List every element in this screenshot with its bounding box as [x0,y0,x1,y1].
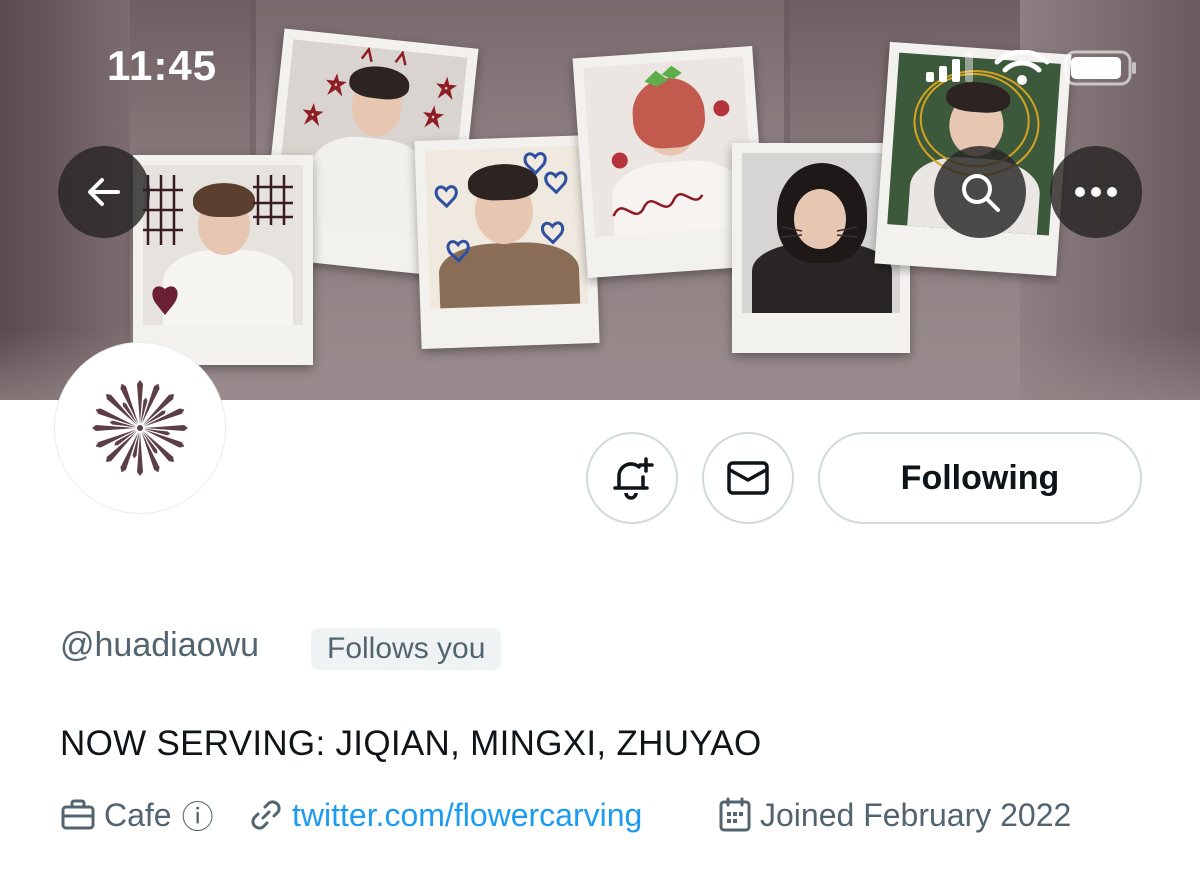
signal-icon [926,49,1136,86]
search-button[interactable] [934,146,1026,238]
category-label: Cafe [104,796,172,833]
joined-date: Joined February 2022 [760,796,1072,833]
more-button[interactable] [1050,146,1142,238]
status-time: 11:45 [107,42,218,89]
briefcase-icon [61,799,95,830]
banner-photo [143,165,303,325]
website-link[interactable]: twitter.com/flowercarving [292,797,642,834]
following-button[interactable]: Following [818,432,1142,524]
battery-icon [1064,50,1136,86]
link-icon [251,800,281,830]
calendar-icon [719,797,751,832]
flower-logo [92,380,188,476]
banner-polaroid [133,155,313,365]
more-horizontal-icon [1075,187,1117,197]
profile-bio: NOW SERVING: JIQIAN, MINGXI, ZHUYAO [60,724,762,763]
profile-website[interactable]: twitter.com/flowercarving [248,794,642,836]
banner-photo [424,145,589,309]
arrow-left-icon [88,178,120,206]
notifications-button[interactable] [586,432,678,524]
banner-polaroid [414,134,600,350]
profile-category: Cafe ⓘ [60,794,214,836]
wifi-icon [994,49,1050,85]
bell-plus-icon [613,457,654,500]
envelope-icon [727,461,769,495]
search-icon [962,174,1000,212]
status-icons [922,49,1142,90]
follows-you-badge: Follows you [311,628,502,670]
profile-handle: @huadiaowu [60,626,259,664]
profile-joined: Joined February 2022 [718,794,1071,836]
back-button[interactable] [58,146,150,238]
avatar[interactable] [55,343,225,513]
category-info-icon[interactable]: ⓘ [182,792,214,838]
message-button[interactable] [702,432,794,524]
banner-photo [583,56,755,238]
